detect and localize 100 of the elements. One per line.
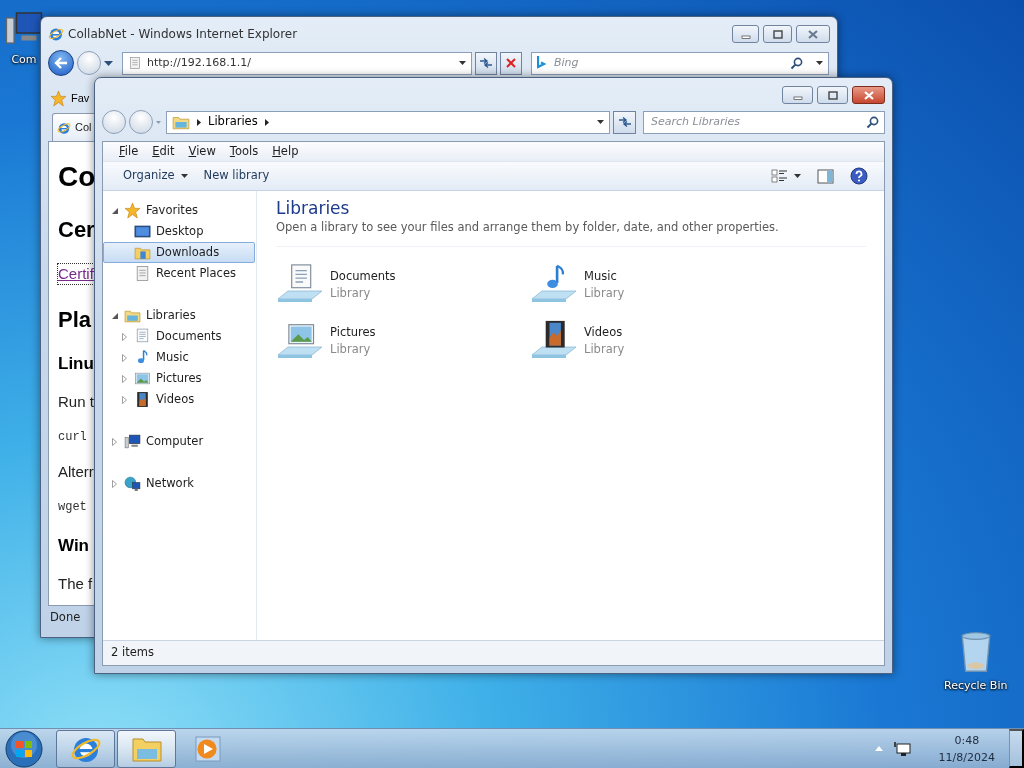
browser-tab[interactable]: Col bbox=[52, 113, 97, 141]
chevron-icon[interactable] bbox=[264, 118, 269, 126]
nav-item[interactable]: Desktop bbox=[103, 221, 255, 242]
maximize-button[interactable] bbox=[817, 86, 848, 104]
close-button[interactable] bbox=[796, 25, 830, 43]
library-type: Library bbox=[330, 285, 372, 303]
picture-icon bbox=[134, 370, 151, 387]
library-type: Library bbox=[330, 341, 372, 359]
library-name[interactable]: Music bbox=[584, 268, 625, 286]
collapse-arrow-icon[interactable] bbox=[112, 312, 118, 319]
library-name[interactable]: Pictures bbox=[330, 324, 376, 342]
close-button[interactable] bbox=[852, 86, 885, 104]
nav-item[interactable]: Downloads bbox=[103, 242, 255, 263]
search-input[interactable]: Bing bbox=[552, 53, 785, 73]
clock-time: 0:48 bbox=[954, 732, 980, 749]
breadcrumb-item[interactable]: Libraries bbox=[208, 113, 258, 131]
refresh-icon[interactable] bbox=[479, 57, 493, 69]
nav-item[interactable]: Music bbox=[103, 347, 255, 368]
search-field[interactable]: Bing bbox=[531, 51, 829, 75]
nav-item[interactable]: Libraries bbox=[103, 305, 255, 326]
nav-item[interactable]: Pictures bbox=[103, 368, 255, 389]
network-icon bbox=[124, 475, 141, 492]
menu-item[interactable]: Edit bbox=[145, 142, 182, 161]
status-text: 2 items bbox=[111, 644, 154, 662]
caret-icon[interactable] bbox=[816, 61, 823, 65]
favorites-button[interactable]: Fav bbox=[50, 89, 90, 107]
chevron-icon[interactable] bbox=[197, 118, 201, 126]
page-heading: Win bbox=[58, 536, 89, 555]
show-desktop-button[interactable] bbox=[1009, 729, 1024, 768]
stop-button[interactable] bbox=[500, 51, 522, 75]
document-icon bbox=[134, 328, 151, 345]
library-type: Library bbox=[584, 285, 625, 303]
expand-arrow-icon[interactable] bbox=[122, 353, 127, 362]
caret-icon[interactable] bbox=[597, 120, 604, 124]
caret-icon[interactable] bbox=[104, 60, 113, 66]
close-icon bbox=[506, 58, 516, 68]
maximize-button[interactable] bbox=[763, 25, 792, 43]
content-description: Open a library to see your files and arrange them by folder, date, and other properties. bbox=[276, 219, 866, 248]
taskbar-button[interactable] bbox=[117, 729, 176, 768]
menu-item[interactable]: File bbox=[112, 142, 146, 161]
maximize-icon bbox=[771, 29, 784, 39]
expand-arrow-icon[interactable] bbox=[122, 395, 127, 404]
desktop-icon-label[interactable]: Recycle Bin bbox=[944, 678, 1008, 695]
page-text: Run t bbox=[58, 393, 94, 410]
star-icon bbox=[50, 89, 67, 107]
code-text: curl bbox=[58, 430, 87, 444]
star-icon bbox=[124, 202, 141, 219]
nav-item[interactable]: Videos bbox=[103, 389, 255, 410]
list-view-icon bbox=[771, 168, 788, 184]
refresh-button[interactable] bbox=[613, 110, 636, 134]
page-heading: Co bbox=[58, 161, 96, 192]
search-field[interactable]: Search Libraries bbox=[643, 110, 885, 134]
address-bar[interactable]: Libraries bbox=[166, 110, 610, 134]
page-text: The f bbox=[58, 575, 93, 592]
expand-arrow-icon[interactable] bbox=[122, 374, 127, 383]
pane-icon bbox=[817, 168, 834, 184]
expand-arrow-icon[interactable] bbox=[122, 332, 127, 341]
left-arrow-icon bbox=[54, 57, 68, 69]
desktop-icon-label[interactable]: Com bbox=[11, 52, 37, 69]
nav-item[interactable]: Recent Places bbox=[103, 263, 255, 284]
minimize-button[interactable] bbox=[782, 86, 813, 104]
b-logo-icon bbox=[537, 56, 547, 70]
refresh-icon[interactable] bbox=[617, 116, 632, 128]
toolbar-button[interactable]: New library bbox=[195, 164, 278, 188]
caret-icon[interactable] bbox=[794, 174, 801, 178]
content-heading: Libraries bbox=[276, 197, 351, 219]
menu-item[interactable]: Help bbox=[265, 142, 306, 161]
clock[interactable]: 0:48 11/8/2024 bbox=[934, 731, 999, 766]
close-icon bbox=[807, 29, 819, 39]
start-button[interactable] bbox=[4, 728, 44, 768]
e-logo-icon bbox=[48, 26, 64, 42]
document-icon bbox=[134, 265, 151, 282]
windows-logo-icon bbox=[4, 728, 44, 768]
minimize-button[interactable] bbox=[732, 25, 759, 43]
search-icon[interactable] bbox=[790, 56, 803, 70]
expand-arrow-icon[interactable] bbox=[112, 479, 117, 488]
back-button[interactable] bbox=[48, 50, 74, 76]
monitor-icon bbox=[134, 223, 151, 240]
refresh-button[interactable] bbox=[475, 51, 497, 75]
address-field[interactable]: http://192.168.1.1/ bbox=[122, 51, 472, 75]
menu-item[interactable]: Tools bbox=[222, 142, 266, 161]
nav-item[interactable]: Network bbox=[103, 473, 255, 494]
collapse-arrow-icon[interactable] bbox=[112, 207, 118, 214]
library-name[interactable]: Videos bbox=[584, 324, 625, 342]
caret-icon[interactable] bbox=[459, 61, 466, 65]
page-link[interactable]: Certif bbox=[58, 264, 94, 284]
search-icon[interactable] bbox=[866, 115, 879, 129]
toolbar-button[interactable]: Organize bbox=[115, 164, 196, 188]
search-input[interactable]: Search Libraries bbox=[649, 112, 861, 132]
taskbar-button[interactable] bbox=[56, 729, 115, 768]
code-text: wget bbox=[58, 500, 87, 514]
expand-arrow-icon[interactable] bbox=[112, 437, 117, 446]
caret-icon[interactable] bbox=[180, 174, 188, 178]
nav-item[interactable]: Favorites bbox=[103, 200, 255, 221]
library-name[interactable]: Documents bbox=[330, 268, 396, 286]
library-type: Library bbox=[584, 341, 625, 359]
nav-item[interactable]: Computer bbox=[103, 431, 255, 452]
nav-item[interactable]: Documents bbox=[103, 326, 255, 347]
network-status-icon[interactable] bbox=[892, 740, 911, 757]
menu-item[interactable]: View bbox=[181, 142, 223, 161]
